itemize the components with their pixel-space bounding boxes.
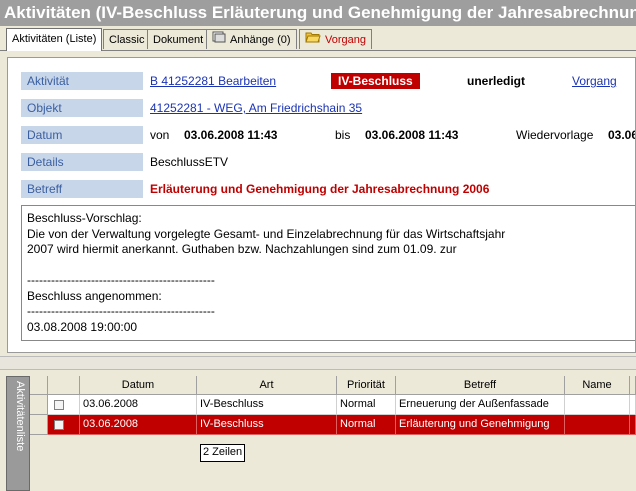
von-label: von	[150, 128, 170, 142]
folder-icon	[305, 30, 321, 50]
tab-anhaenge[interactable]: Anhänge (0)	[206, 29, 297, 49]
row-count-tooltip: 2 Zeilen	[200, 444, 246, 462]
cell-datum: 03.06.2008	[80, 395, 197, 415]
attachment-icon	[212, 30, 226, 50]
details-label: Details	[21, 153, 143, 171]
objekt-link[interactable]: 41252281 - WEG, Am Friedrichshain 35	[150, 99, 362, 117]
objekt-label: Objekt	[21, 99, 143, 117]
tab-label: Vorgang	[325, 34, 366, 46]
bis-value: 03.06.2008 11:43	[365, 128, 459, 142]
column-header-name[interactable]: Name	[565, 376, 630, 395]
row-indicator-header	[30, 376, 48, 395]
splitter[interactable]	[0, 356, 636, 370]
vorgang-link[interactable]: Vorgang	[572, 72, 617, 90]
cell-prioritaet: Normal	[337, 415, 396, 435]
cell-art: IV-Beschluss	[197, 395, 337, 415]
cell-prioritaet: Normal	[337, 395, 396, 415]
column-header-filler	[630, 376, 636, 395]
column-header-prioritaet[interactable]: Priorität	[337, 376, 396, 395]
tab-label: Dokument	[153, 34, 204, 46]
tab-dokument[interactable]: Dokument	[147, 29, 210, 49]
tab-label: Classic	[109, 34, 145, 46]
status-text: unerledigt	[467, 74, 526, 88]
row-indicator	[30, 415, 48, 435]
activity-type-badge: IV-Beschluss	[331, 73, 420, 89]
cell-name	[565, 415, 630, 435]
cell-filler	[630, 395, 636, 415]
table-row[interactable]: 03.06.2008 IV-Beschluss Normal Erneuerun…	[30, 395, 636, 415]
row-checkbox[interactable]	[54, 420, 64, 430]
row-indicator	[30, 395, 48, 415]
cell-datum: 03.06.2008	[80, 415, 197, 435]
aktivitaet-link[interactable]: B 41252281 Bearbeiten	[150, 72, 276, 90]
column-header-art[interactable]: Art	[197, 376, 337, 395]
tab-label: Aktivitäten (Liste)	[12, 33, 97, 45]
betreff-value: Erläuterung und Genehmigung der Jahresab…	[150, 182, 490, 196]
row-checkbox-cell[interactable]	[48, 415, 80, 435]
details-value: BeschlussETV	[150, 155, 229, 169]
cell-betreff: Erläuterung und Genehmigung	[396, 415, 565, 435]
row-checkbox[interactable]	[54, 400, 64, 410]
wiedervorlage-label: Wiedervorlage	[516, 128, 594, 142]
checkbox-header	[48, 376, 80, 395]
cell-betreff: Erneuerung der Außenfassade	[396, 395, 565, 415]
tab-label: Anhänge (0)	[230, 34, 291, 46]
side-tab-aktivitaetenliste[interactable]: Aktivitätenliste	[6, 376, 30, 491]
tab-classic[interactable]: Classic	[103, 29, 151, 49]
tab-bar: Aktivitäten (Liste) Classic Dokument Anh…	[0, 28, 636, 51]
betreff-label: Betreff	[21, 180, 143, 198]
cell-filler	[630, 415, 636, 435]
von-value: 03.06.2008 11:43	[184, 128, 278, 142]
side-tab-label: Aktivitätenliste	[14, 381, 26, 452]
tab-vorgang[interactable]: Vorgang	[299, 29, 372, 49]
cell-art: IV-Beschluss	[197, 415, 337, 435]
cell-name	[565, 395, 630, 415]
window-title: Aktivitäten (IV-Beschluss Erläuterung un…	[0, 0, 636, 26]
column-header-betreff[interactable]: Betreff	[396, 376, 565, 395]
table-row-selected[interactable]: 03.06.2008 IV-Beschluss Normal Erläuteru…	[30, 415, 636, 435]
column-header-datum[interactable]: Datum	[80, 376, 197, 395]
description-textarea[interactable]: Beschluss-Vorschlag: Die von der Verwalt…	[21, 205, 635, 341]
details-panel: Aktivität B 41252281 Bearbeiten IV-Besch…	[7, 57, 636, 353]
activities-table: Datum Art Priorität Betreff Name 03.06.2…	[30, 376, 636, 491]
row-checkbox-cell[interactable]	[48, 395, 80, 415]
datum-label: Datum	[21, 126, 143, 144]
tab-aktivitaeten-liste[interactable]: Aktivitäten (Liste)	[6, 28, 103, 51]
bis-label: bis	[335, 128, 351, 142]
aktivitaet-label: Aktivität	[21, 72, 143, 90]
wiedervorlage-value: 03.06	[608, 128, 636, 142]
